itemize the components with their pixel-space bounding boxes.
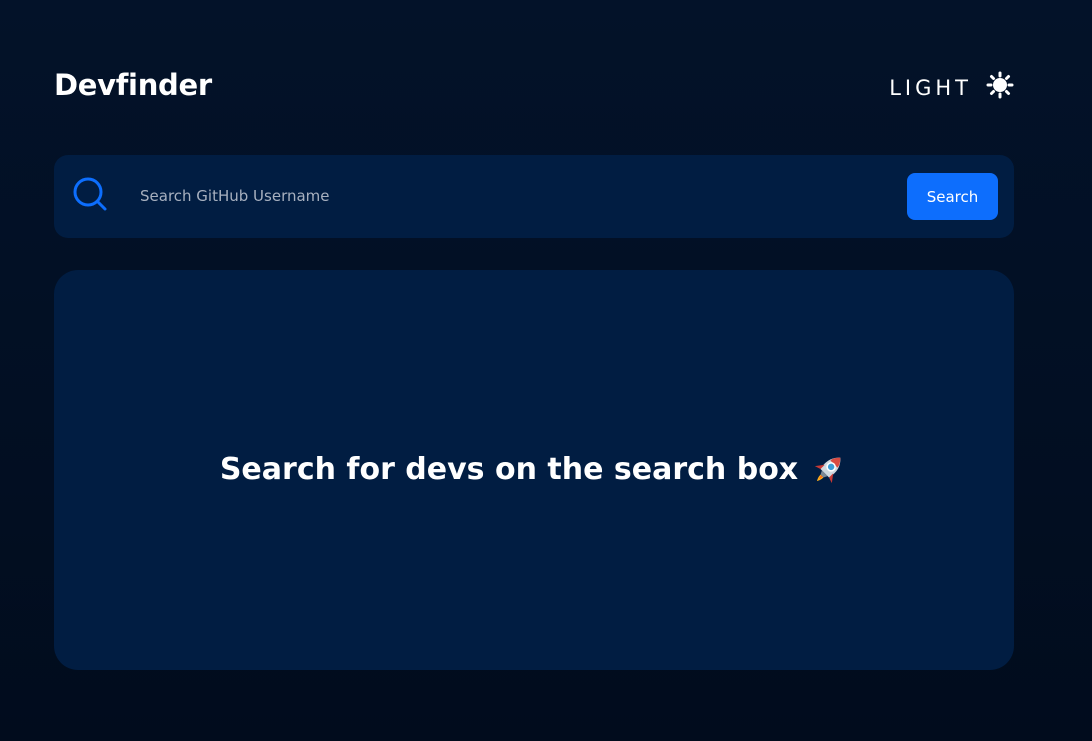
search-button[interactable]: Search [907, 173, 998, 220]
sun-icon [986, 71, 1014, 99]
search-bar: Search [54, 155, 1014, 238]
theme-toggle-button[interactable]: LIGHT [889, 68, 1014, 102]
empty-state-message: Search for devs on the search box [220, 450, 848, 488]
search-icon [73, 177, 107, 211]
rocket-icon [815, 457, 841, 484]
app-logo-title: Devfinder [54, 68, 212, 102]
theme-toggle-label: LIGHT [889, 76, 972, 100]
empty-state-text: Search for devs on the search box [219, 451, 799, 487]
github-username-search-input[interactable] [140, 181, 880, 211]
app-header: Devfinder LIGHT [54, 62, 1014, 110]
search-result-card: Search for devs on the search box [54, 270, 1014, 670]
